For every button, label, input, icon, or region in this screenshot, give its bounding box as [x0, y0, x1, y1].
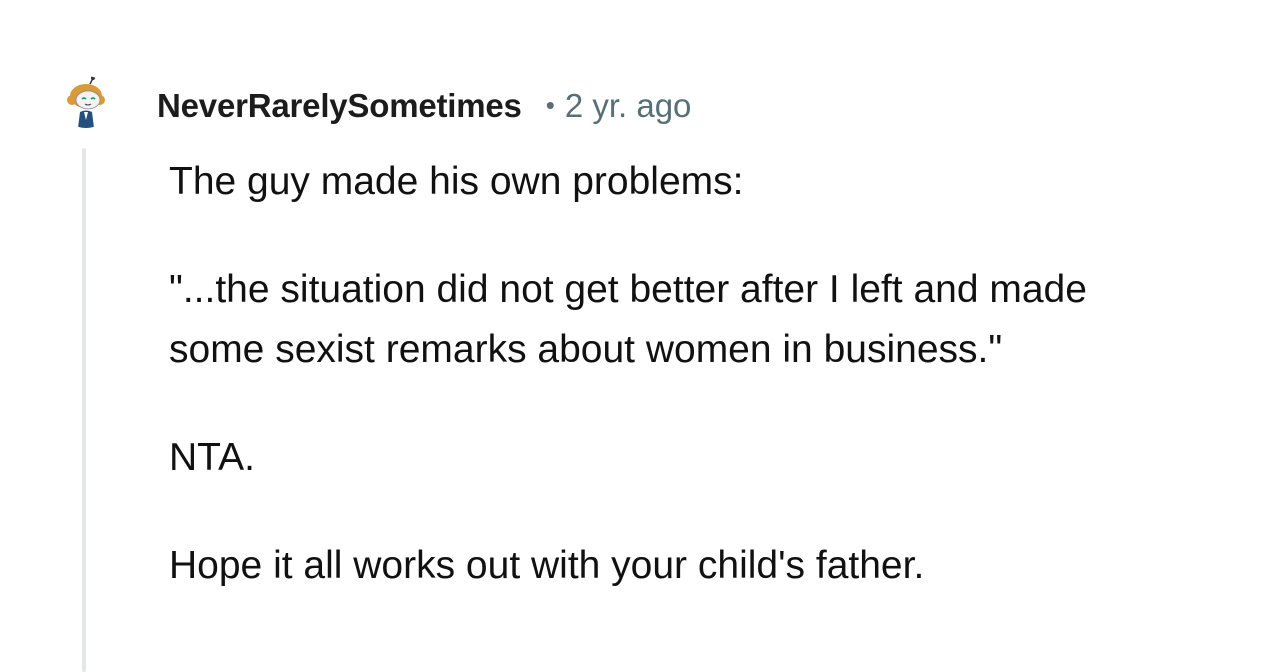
comment-body: The guy made his own problems: "...the s…	[169, 152, 1169, 644]
comment-paragraph: The guy made his own problems:	[169, 160, 744, 203]
comment-timestamp[interactable]: 2 yr. ago	[565, 87, 692, 125]
user-avatar-icon[interactable]	[60, 76, 112, 128]
username-link[interactable]: NeverRarelySometimes	[157, 87, 522, 125]
comment-paragraph: NTA.	[169, 436, 255, 479]
meta-separator: •	[545, 89, 555, 120]
comment-paragraph: "...the situation did not get better aft…	[169, 268, 1087, 371]
comment-paragraph: Hope it all works out with your child's …	[169, 544, 925, 587]
comment: NeverRarelySometimes • 2 yr. ago The guy…	[0, 0, 1284, 672]
thread-line[interactable]	[82, 148, 86, 672]
comment-meta: NeverRarelySometimes • 2 yr. ago	[157, 84, 691, 128]
